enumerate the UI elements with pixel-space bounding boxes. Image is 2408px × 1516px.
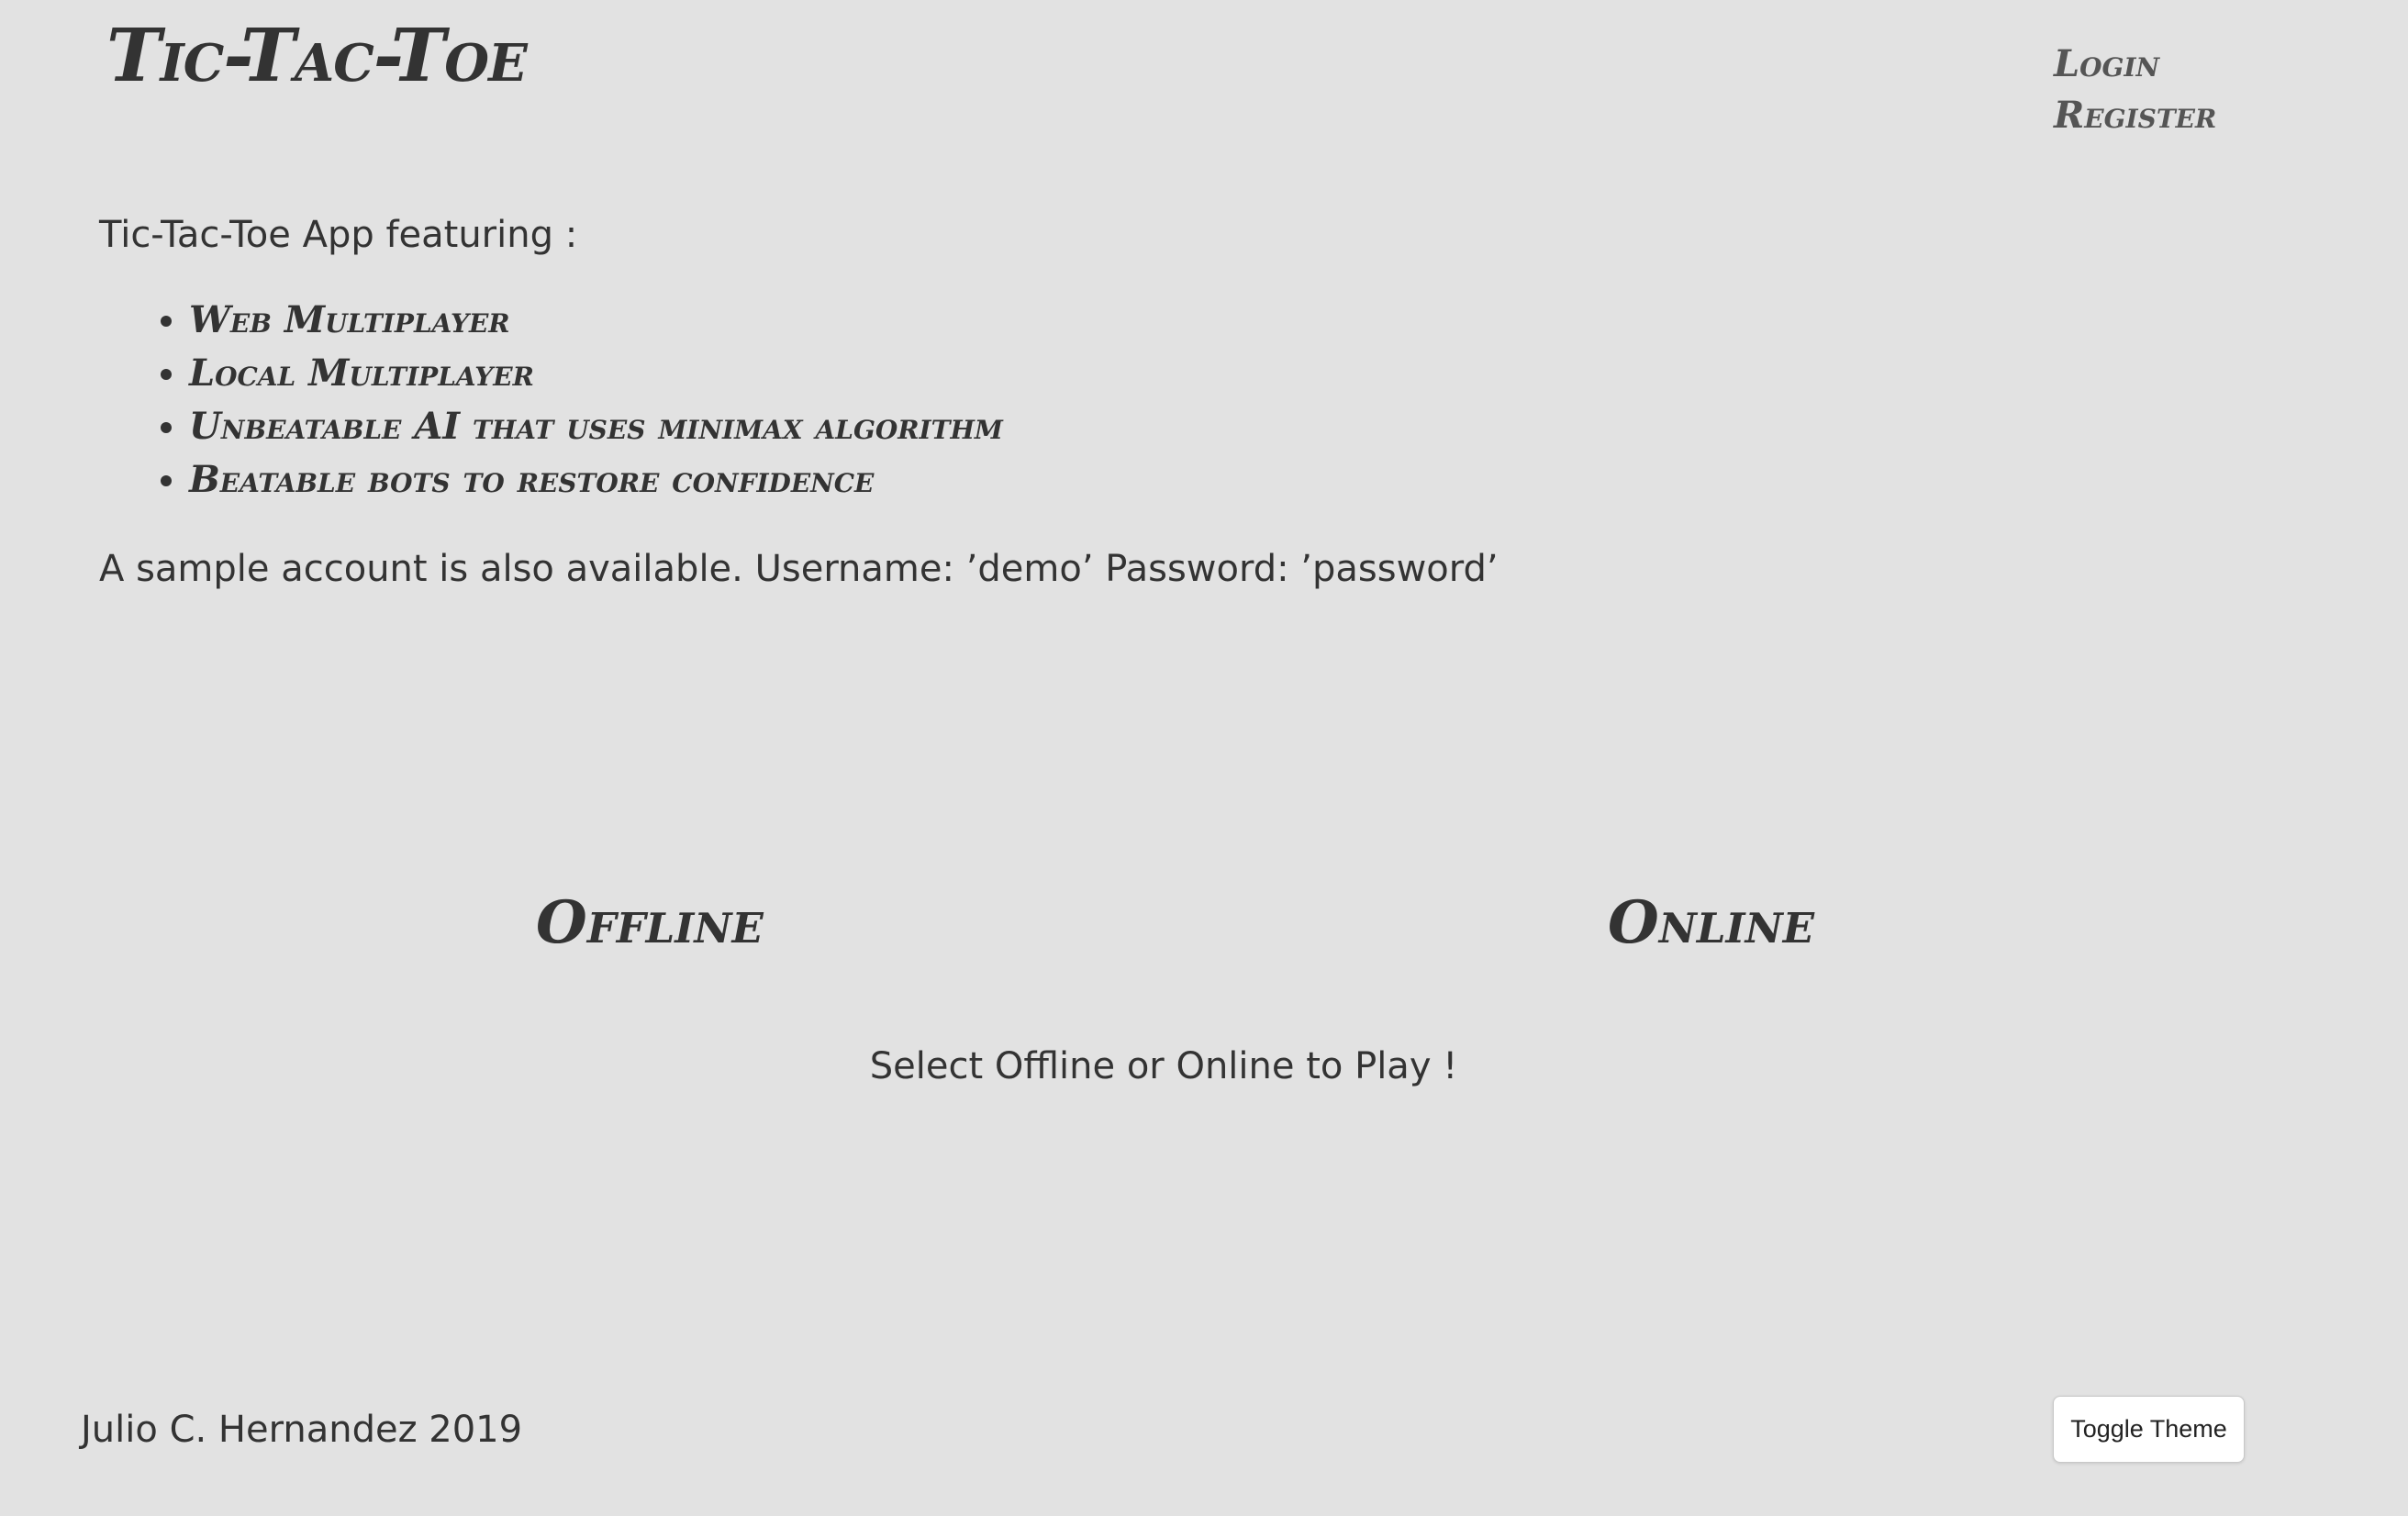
feature-item: Unbeatable AI that uses minimax algorith… xyxy=(189,400,1003,453)
toggle-theme-button[interactable]: Toggle Theme xyxy=(2053,1396,2245,1463)
login-link[interactable]: Login xyxy=(2054,40,2216,88)
online-mode-heading[interactable]: Online xyxy=(1608,886,1814,960)
intro-text: Tic-Tac-Toe App featuring : xyxy=(99,214,578,256)
feature-item: Local Multiplayer xyxy=(189,347,1003,400)
site-title: Tic-Tac-Toe xyxy=(106,12,528,98)
footer-credit: Julio C. Hernandez 2019 xyxy=(81,1409,523,1451)
feature-item: Beatable bots to restore confidence xyxy=(189,453,1003,507)
auth-nav: Login Register xyxy=(2054,40,2216,139)
feature-item: Web Multiplayer xyxy=(189,294,1003,347)
feature-list: Web Multiplayer Local Multiplayer Unbeat… xyxy=(99,294,1003,507)
register-link[interactable]: Register xyxy=(2054,92,2216,139)
select-mode-prompt: Select Offline or Online to Play ! xyxy=(869,1045,1458,1087)
offline-mode-heading[interactable]: Offline xyxy=(536,886,764,960)
demo-account-note: A sample account is also available. User… xyxy=(99,548,1499,590)
